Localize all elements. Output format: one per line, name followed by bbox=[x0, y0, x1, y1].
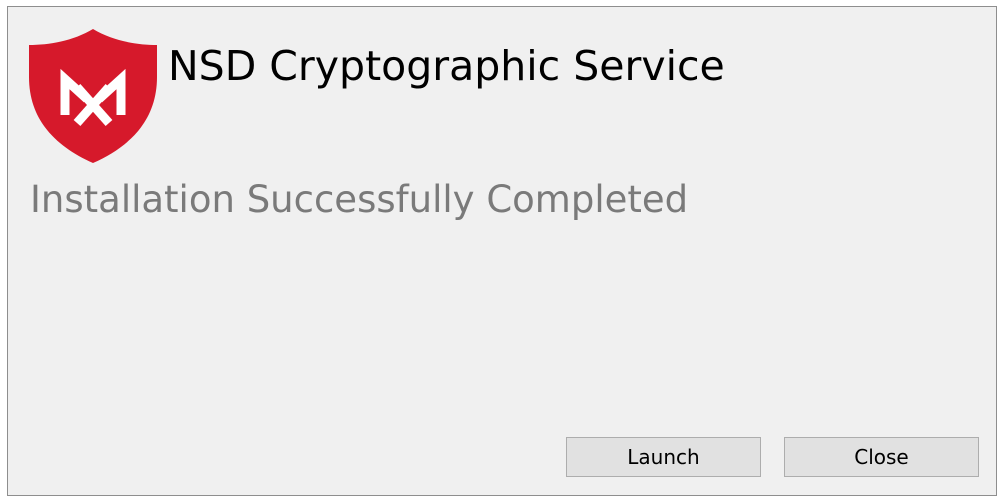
shield-logo-graphic bbox=[29, 29, 157, 163]
close-button[interactable]: Close bbox=[784, 437, 979, 477]
app-title: NSD Cryptographic Service bbox=[168, 42, 725, 90]
status-message: Installation Successfully Completed bbox=[30, 178, 689, 221]
launch-button[interactable]: Launch bbox=[566, 437, 761, 477]
shield-logo-icon bbox=[29, 29, 157, 163]
installer-dialog: NSD Cryptographic Service Installation S… bbox=[7, 6, 997, 496]
